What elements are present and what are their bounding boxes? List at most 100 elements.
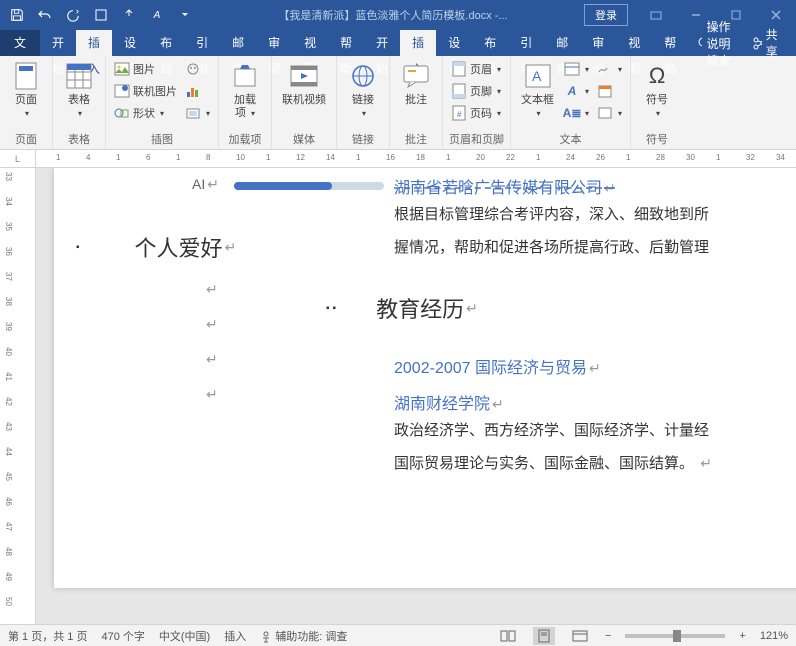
tab-1[interactable]: 插入 xyxy=(76,30,112,56)
paragraph-marker: ↵ xyxy=(206,386,354,403)
tab-帮助[interactable]: 帮助 xyxy=(652,30,688,56)
tab-审阅[interactable]: 审阅 xyxy=(580,30,616,56)
object-icon xyxy=(597,105,613,121)
pagenum-button[interactable]: #页码 ▾ xyxy=(449,102,503,124)
tell-me-label: 操作说明搜索 xyxy=(706,18,738,69)
footer-icon xyxy=(451,83,467,99)
zoom-slider[interactable] xyxy=(625,634,725,638)
datetime-button[interactable] xyxy=(595,80,624,102)
redo-button[interactable] xyxy=(60,4,86,26)
status-bar: 第 1 页，共 1 页 470 个字 中文(中国) 插入 辅助功能: 调查 − … xyxy=(0,624,796,646)
paragraph-marker: ↵ xyxy=(206,351,354,368)
login-button[interactable]: 登录 xyxy=(584,4,628,26)
qat-customize-dropdown[interactable] xyxy=(172,4,198,26)
tell-me[interactable]: 操作说明搜索 xyxy=(696,18,738,69)
tab-插入[interactable]: 插入 xyxy=(400,30,436,56)
pagenum-icon: # xyxy=(451,105,467,121)
title-bar: A 【我是清新派】蓝色淡雅个人简历模板.docx -... 登录 xyxy=(0,0,796,30)
tab-7[interactable]: 视图 xyxy=(292,30,328,56)
quick-access-toolbar: A xyxy=(0,4,202,26)
document-scroll[interactable]: AI↵ 个人爱好↵ ↵↵↵↵ 湖南省若晗广告传媒有限公司↵ 根据目标管理综合考评… xyxy=(36,168,796,624)
tab-开始[interactable]: 开始 xyxy=(364,30,400,56)
symbol-button[interactable]: Ω 符号▾ xyxy=(637,58,677,122)
store-icon xyxy=(229,60,261,92)
ruler-corner[interactable]: L xyxy=(0,150,36,168)
horizontal-ruler[interactable]: 14161810112141161812022124261283013234 xyxy=(36,150,796,168)
zoom-in-button[interactable]: + xyxy=(739,630,745,642)
cover-page-button[interactable]: 页面▾ xyxy=(6,58,46,122)
picture-button[interactable]: 图片 xyxy=(112,58,179,80)
table-button[interactable]: 表格▾ xyxy=(59,58,99,122)
tab-设计[interactable]: 设计 xyxy=(436,30,472,56)
vertical-ruler[interactable]: 333435363738394041424344454647484950 xyxy=(0,168,36,624)
skill-bar xyxy=(234,182,384,190)
ribbon-group-text: A 文本框▾ ▾ A▾ A≣▾ ▾ ▾ 文本 xyxy=(511,56,631,149)
read-mode-button[interactable] xyxy=(497,627,519,645)
save-button[interactable] xyxy=(4,4,30,26)
video-icon xyxy=(288,60,320,92)
footer-button[interactable]: 页脚 ▾ xyxy=(449,80,503,102)
online-picture-button[interactable]: 联机图片 xyxy=(112,80,179,102)
tab-布局[interactable]: 布局 xyxy=(472,30,508,56)
tab-6[interactable]: 审阅 xyxy=(256,30,292,56)
tab-5[interactable]: 邮件 xyxy=(220,30,256,56)
share-button[interactable]: 共享 xyxy=(738,26,796,60)
screenshot-icon xyxy=(185,105,201,121)
file-tab[interactable]: 文件 xyxy=(0,30,40,56)
wordart-button[interactable]: A▾ xyxy=(562,80,591,102)
word-count[interactable]: 470 个字 xyxy=(101,628,144,644)
online-picture-icon xyxy=(114,83,130,99)
document-area: 333435363738394041424344454647484950 AI↵… xyxy=(0,168,796,624)
quick-parts-button[interactable]: ▾ xyxy=(562,58,591,80)
online-video-button[interactable]: 联机视频 xyxy=(278,58,330,109)
link-button[interactable]: 链接▾ xyxy=(343,58,383,122)
accessibility-check[interactable]: 辅助功能: 调查 xyxy=(260,628,347,644)
tab-引用[interactable]: 引用 xyxy=(508,30,544,56)
icons-button[interactable] xyxy=(183,58,212,80)
insert-mode[interactable]: 插入 xyxy=(224,628,246,644)
dropcap-icon: A≣ xyxy=(564,105,580,121)
textbox-button[interactable]: A 文本框▾ xyxy=(517,58,558,122)
header-icon xyxy=(451,61,467,77)
page-indicator[interactable]: 第 1 页，共 1 页 xyxy=(8,628,87,644)
qat-btn-4[interactable] xyxy=(88,4,114,26)
icons-icon xyxy=(185,61,201,77)
undo-button[interactable] xyxy=(32,4,58,26)
person-icon xyxy=(260,631,272,643)
tab-4[interactable]: 引用 xyxy=(184,30,220,56)
right-column: 湖南省若晗广告传媒有限公司↵ 根据目标管理综合考评内容，深入、细致地到所 握情况… xyxy=(394,174,796,480)
object-button[interactable]: ▾ xyxy=(595,102,624,124)
shapes-button[interactable]: 形状 ▾ xyxy=(112,102,179,124)
web-layout-button[interactable] xyxy=(569,627,591,645)
touch-mode-button[interactable] xyxy=(116,4,142,26)
zoom-thumb[interactable] xyxy=(673,630,681,642)
zoom-level[interactable]: 121% xyxy=(760,630,788,642)
courses-1: 政治经济学、西方经济学、国际经济学、计量经 xyxy=(394,414,796,447)
print-layout-button[interactable] xyxy=(533,627,555,645)
tab-2[interactable]: 设计 xyxy=(112,30,148,56)
qat-ai-button[interactable]: A xyxy=(144,4,170,26)
dropcap-button[interactable]: A≣▾ xyxy=(562,102,591,124)
ribbon-group-illustrations: 图片 联机图片 形状 ▾ ▾ 插图 xyxy=(106,56,219,149)
tab-邮件[interactable]: 邮件 xyxy=(544,30,580,56)
comment-button[interactable]: 批注 xyxy=(396,58,436,109)
header-button[interactable]: 页眉 ▾ xyxy=(449,58,503,80)
zoom-out-button[interactable]: − xyxy=(605,630,611,642)
tab-8[interactable]: 帮助 xyxy=(328,30,364,56)
tab-0[interactable]: 开始 xyxy=(40,30,76,56)
screenshot-button[interactable]: ▾ xyxy=(183,102,212,124)
chart-button[interactable] xyxy=(183,80,212,102)
addins-button[interactable]: 加载 项 ▾ xyxy=(225,58,265,122)
ribbon-group-addins: 加载 项 ▾ 加载项 xyxy=(219,56,272,149)
parts-icon xyxy=(564,61,580,77)
tab-视图[interactable]: 视图 xyxy=(616,30,652,56)
paragraph-marker: ↵ xyxy=(206,316,354,333)
ribbon-group-pages: 页面▾ 页面 xyxy=(0,56,53,149)
education-heading: ▪教育经历↵ xyxy=(394,292,796,324)
wordart-icon: A xyxy=(564,83,580,99)
page: AI↵ 个人爱好↵ ↵↵↵↵ 湖南省若晗广告传媒有限公司↵ 根据目标管理综合考评… xyxy=(54,168,796,588)
language-indicator[interactable]: 中文(中国) xyxy=(159,628,210,644)
tab-3[interactable]: 布局 xyxy=(148,30,184,56)
signature-button[interactable]: ▾ xyxy=(595,58,624,80)
ribbon-display-button[interactable] xyxy=(636,0,676,30)
